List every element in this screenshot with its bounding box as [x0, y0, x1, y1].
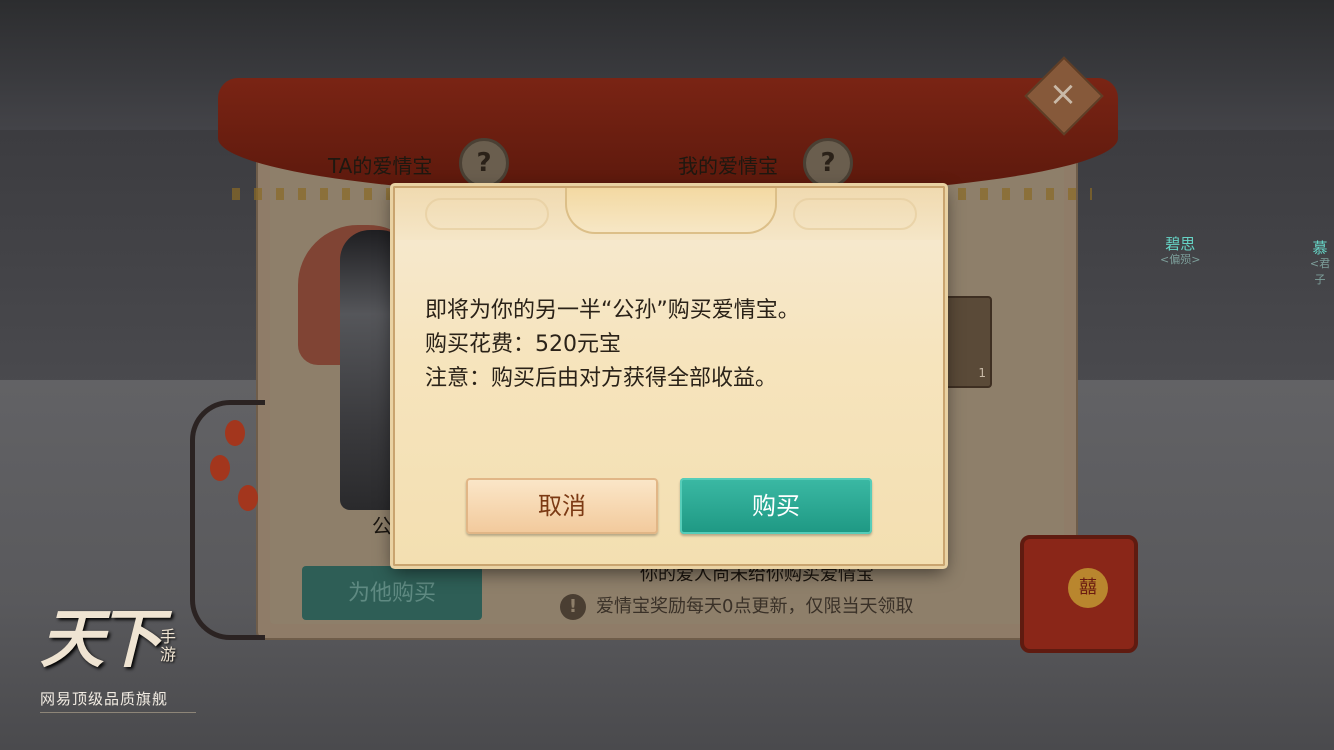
help-icon[interactable]: ? [459, 138, 509, 188]
candle-icon [225, 420, 245, 446]
npc-nameplate[interactable]: 碧思 <偏殒> [1160, 236, 1200, 268]
purchase-confirm-dialog: 即将为你的另一半“公孙”购买爱情宝。 购买花费：520元宝 注意：购买后由对方获… [393, 186, 945, 566]
ta-love-treasure-label: TA的爱情宝 [328, 154, 433, 178]
dialog-line-note: 注意：购买后由对方获得全部收益。 [425, 366, 778, 391]
npc-name: 碧思 [1165, 235, 1196, 253]
help-icon[interactable]: ? [803, 138, 853, 188]
dialog-line-cost: 购买花费：520元宝 [425, 332, 621, 357]
dialog-title-cartouche [565, 188, 777, 234]
dialog-line-target: 即将为你的另一半“公孙”购买爱情宝。 [425, 298, 800, 323]
logo-tagline: 网易顶级品质旗舰 [40, 690, 169, 708]
game-logo-sub: 手游 [160, 627, 177, 664]
buy-for-him-button[interactable]: 为他购买 [302, 566, 482, 620]
cancel-button[interactable]: 取消 [466, 478, 658, 534]
cloud-ornament [793, 198, 917, 230]
npc-nameplate[interactable]: 慕 <君子 [1306, 240, 1334, 288]
candle-icon [210, 455, 230, 481]
buy-button[interactable]: 购买 [680, 478, 872, 534]
game-logo: 天下 [40, 602, 162, 677]
reward-tip: ! 爱情宝奖励每天0点更新，仅限当天领取 [560, 592, 913, 620]
cloud-ornament [425, 198, 549, 230]
warning-icon: ! [560, 594, 586, 620]
character-name: 公 [372, 514, 392, 538]
candle-icon [238, 485, 258, 511]
item-count: 1 [978, 366, 986, 380]
double-happiness-icon: 囍 [1068, 568, 1108, 608]
close-icon[interactable]: × [1043, 74, 1083, 114]
logo-divider [40, 712, 196, 713]
my-love-treasure-label: 我的爱情宝 [678, 154, 778, 178]
npc-name: 慕 [1312, 239, 1328, 257]
curtain-decoration [218, 78, 1118, 198]
item-slot[interactable]: 1 [940, 296, 992, 388]
npc-title: <君子 [1309, 257, 1331, 286]
reward-tip-text: 爱情宝奖励每天0点更新，仅限当天领取 [596, 596, 914, 617]
npc-title: <偏殒> [1160, 253, 1201, 266]
dialog-message: 即将为你的另一半“公孙”购买爱情宝。 购买花费：520元宝 注意：购买后由对方获… [425, 294, 800, 396]
